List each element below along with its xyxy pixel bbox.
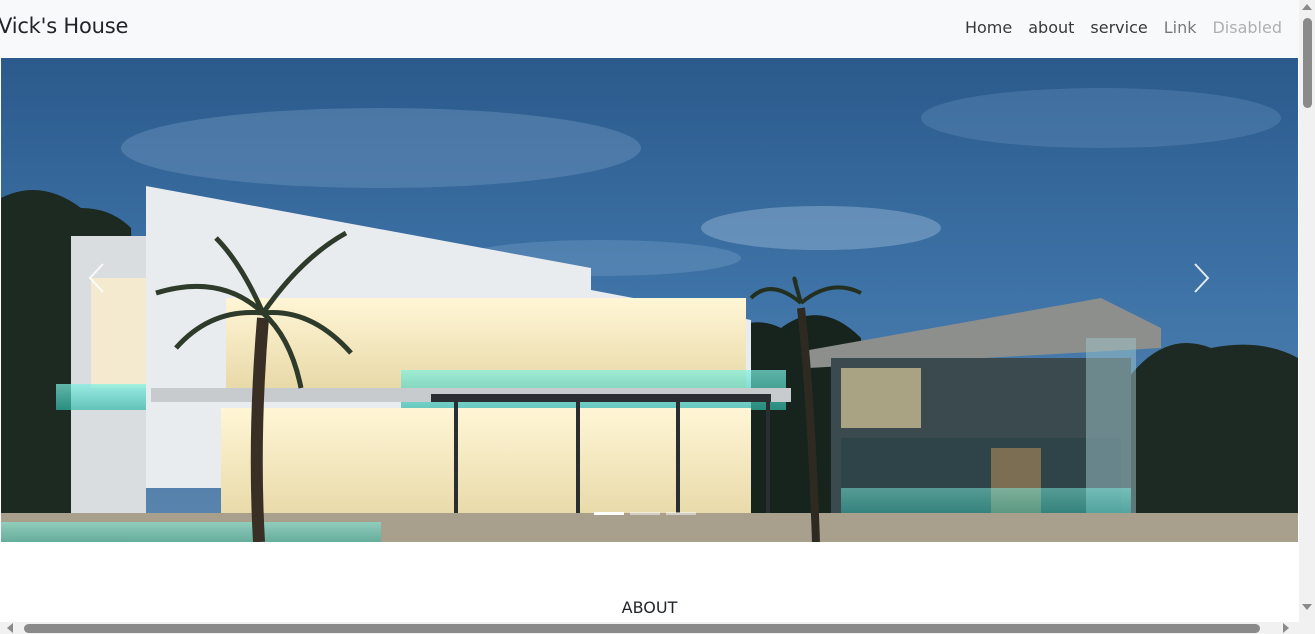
vertical-scrollbar[interactable] (1299, 0, 1315, 622)
carousel-indicator-2[interactable] (630, 512, 660, 515)
vertical-scroll-thumb[interactable] (1303, 18, 1312, 108)
navbar: Vick's House Home about service Link Dis… (0, 0, 1299, 58)
nav-link-disabled: Disabled (1212, 18, 1282, 37)
scrollbar-corner (1299, 622, 1315, 634)
scroll-right-arrow-icon[interactable] (1283, 623, 1289, 633)
carousel-indicator-3[interactable] (666, 512, 696, 515)
house-slide-image (1, 58, 1298, 542)
nav-link-home[interactable]: Home (957, 18, 1020, 37)
scroll-down-arrow-icon[interactable] (1302, 604, 1312, 610)
hero-carousel (1, 58, 1298, 542)
page-viewport: Vick's House Home about service Link Dis… (0, 0, 1299, 622)
about-heading: ABOUT (621, 598, 678, 617)
carousel-prev-button[interactable] (67, 248, 127, 308)
scroll-up-arrow-icon[interactable] (1302, 4, 1312, 10)
nav-link-about[interactable]: about (1020, 18, 1082, 37)
horizontal-scroll-thumb[interactable] (24, 624, 1260, 633)
nav-links: Home about service Link Disabled (957, 18, 1290, 37)
chevron-left-icon (88, 263, 104, 293)
nav-link-link[interactable]: Link (1156, 18, 1205, 37)
carousel-next-button[interactable] (1171, 248, 1231, 308)
carousel-indicator-1[interactable] (594, 512, 624, 515)
nav-link-service[interactable]: service (1082, 18, 1155, 37)
chevron-right-icon (1194, 263, 1210, 293)
scroll-left-arrow-icon[interactable] (7, 623, 13, 633)
brand-logo[interactable]: Vick's House (0, 14, 128, 38)
horizontal-scrollbar[interactable] (0, 622, 1299, 634)
carousel-indicators (594, 512, 696, 515)
